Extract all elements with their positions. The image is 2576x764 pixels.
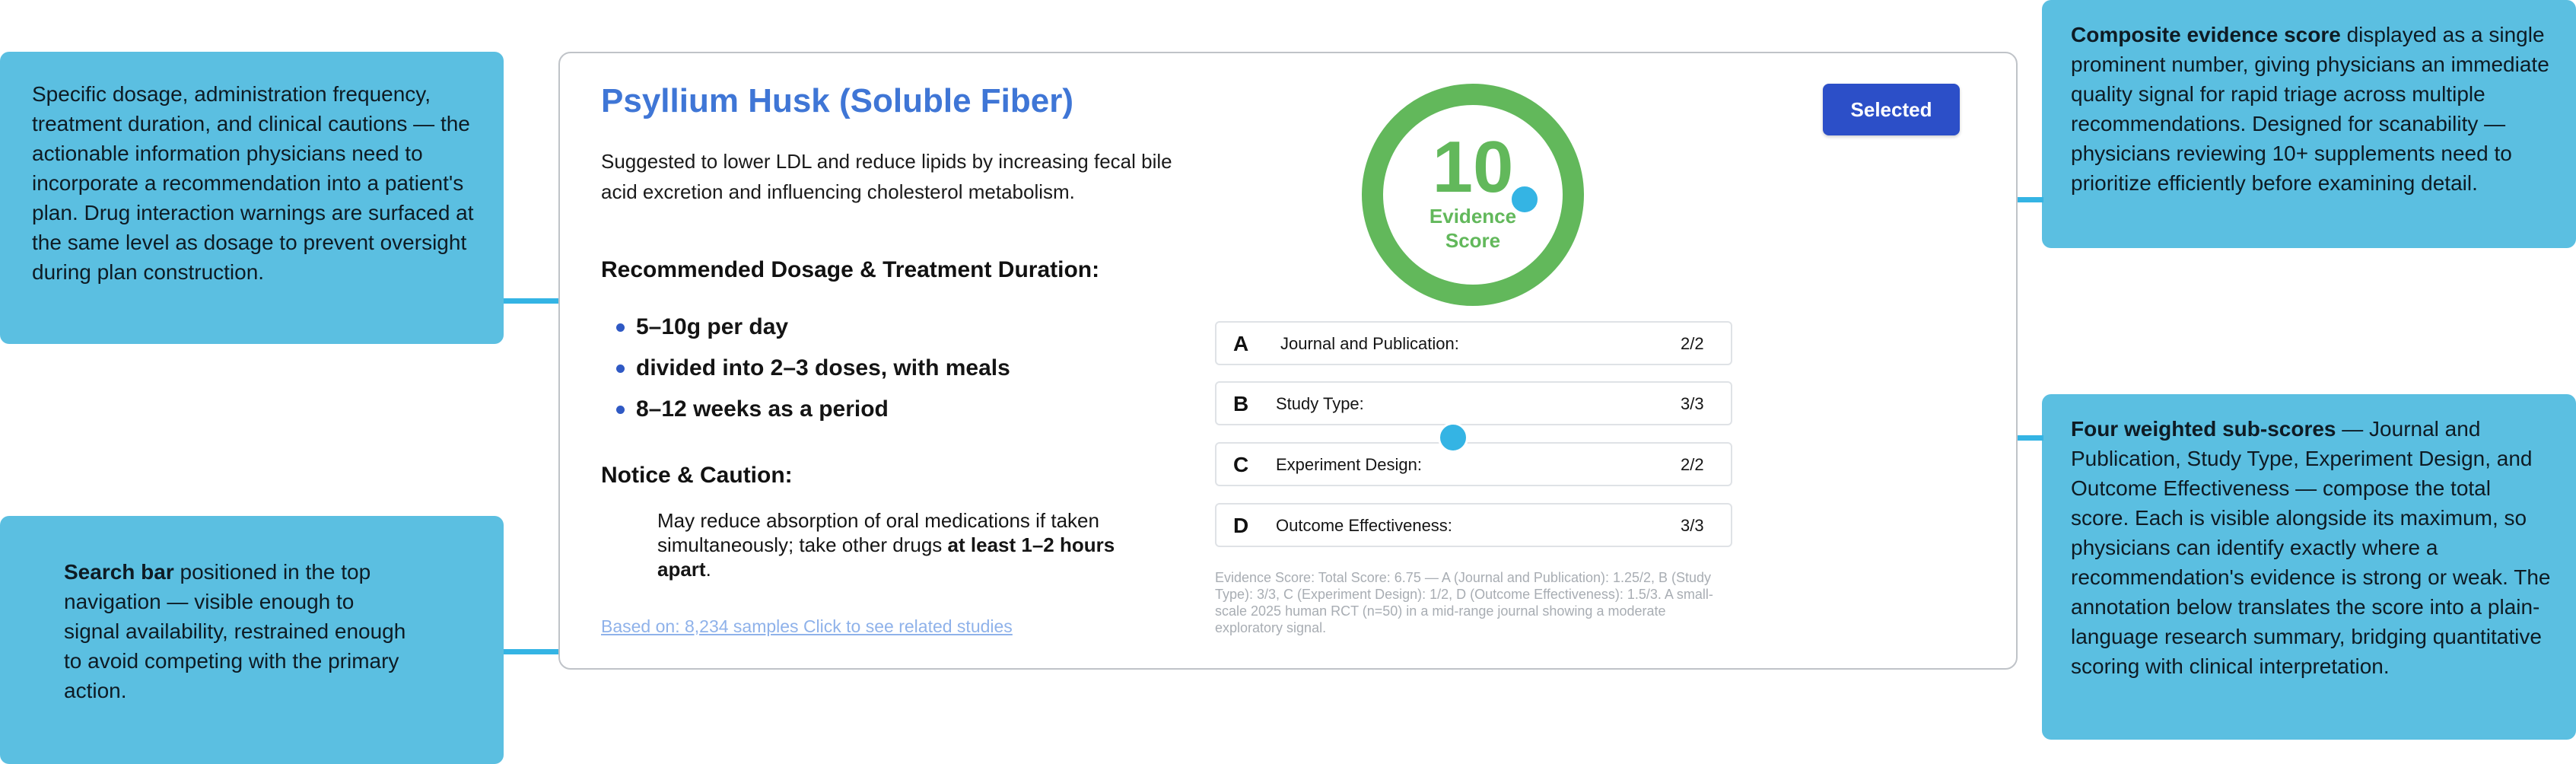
subscore-row-outcome: D Outcome Effectiveness: 3/3 — [1215, 503, 1732, 547]
subscore-connector-dot — [1438, 422, 1468, 453]
dosage-annotation-text: Specific dosage, administration frequenc… — [32, 82, 474, 284]
dosage-item: divided into 2–3 doses, with meals — [616, 353, 1010, 394]
evidence-score-label-line2: Score — [1445, 229, 1501, 252]
evidence-summary-note: Evidence Score: Total Score: 6.75 — A (J… — [1215, 570, 1713, 635]
subscore-value: 2/2 — [1681, 334, 1704, 353]
score-annotation-bold: Composite evidence score — [2071, 23, 2341, 46]
subscore-label: Experiment Design: — [1276, 455, 1422, 474]
score-annotation: Composite evidence score displayed as a … — [2042, 0, 2576, 248]
subscore-value: 3/3 — [1681, 516, 1704, 535]
related-studies-link[interactable]: Based on: 8,234 samples Click to see rel… — [601, 616, 1013, 637]
evidence-score-label: Evidence Score — [1362, 204, 1584, 253]
subscore-annotation: Four weighted sub-scores — Journal and P… — [2042, 394, 2576, 740]
subscore-row-journal: A Journal and Publication: 2/2 — [1215, 321, 1732, 365]
caution-text: May reduce absorption of oral medication… — [657, 508, 1129, 581]
subscore-annotation-text: — Journal and Publication, Study Type, E… — [2071, 417, 2551, 678]
subscore-value: 2/2 — [1681, 455, 1704, 474]
subscore-row-study-type: B Study Type: 3/3 — [1215, 381, 1732, 425]
subscore-row-experiment-design: C Experiment Design: 2/2 — [1215, 442, 1732, 486]
score-connector-dot — [1509, 184, 1540, 215]
search-annotation: Search bar positioned in the top navigat… — [0, 516, 504, 764]
evidence-score-label-line1: Evidence — [1429, 205, 1517, 228]
subscore-letter: B — [1233, 392, 1249, 415]
subscore-value: 3/3 — [1681, 394, 1704, 413]
dosage-item-text: divided into 2–3 doses, with meals — [636, 355, 1010, 380]
dosage-list: 5–10g per day divided into 2–3 doses, wi… — [616, 312, 1010, 435]
dosage-heading: Recommended Dosage & Treatment Duration: — [601, 257, 1100, 282]
supplement-title: Psyllium Husk (Soluble Fiber) — [601, 82, 1074, 119]
bullet-icon — [616, 323, 625, 332]
subscore-label: Study Type: — [1276, 394, 1364, 413]
subscore-letter: C — [1233, 453, 1249, 476]
subscore-letter: D — [1233, 514, 1249, 537]
subscore-label: Journal and Publication: — [1280, 334, 1459, 353]
subscore-label: Outcome Effectiveness: — [1276, 516, 1452, 535]
caution-text-end: . — [705, 558, 711, 581]
dosage-item-text: 5–10g per day — [636, 314, 789, 339]
bullet-icon — [616, 364, 625, 373]
dosage-item: 5–10g per day — [616, 312, 1010, 353]
bullet-icon — [616, 406, 625, 414]
score-annotation-text: displayed as a single prominent number, … — [2071, 23, 2549, 195]
dosage-item-text: 8–12 weeks as a period — [636, 396, 889, 422]
supplement-description: Suggested to lower LDL and reduce lipids… — [601, 150, 1172, 203]
subscore-letter: A — [1233, 332, 1249, 355]
search-annotation-bold: Search bar — [64, 560, 174, 584]
dosage-annotation: Specific dosage, administration frequenc… — [0, 52, 504, 344]
subscore-annotation-bold: Four weighted sub-scores — [2071, 417, 2336, 441]
dosage-item: 8–12 weeks as a period — [616, 394, 1010, 435]
selected-button[interactable]: Selected — [1823, 84, 1960, 135]
evidence-score-value: 10 — [1432, 126, 1514, 208]
caution-heading: Notice & Caution: — [601, 463, 793, 488]
